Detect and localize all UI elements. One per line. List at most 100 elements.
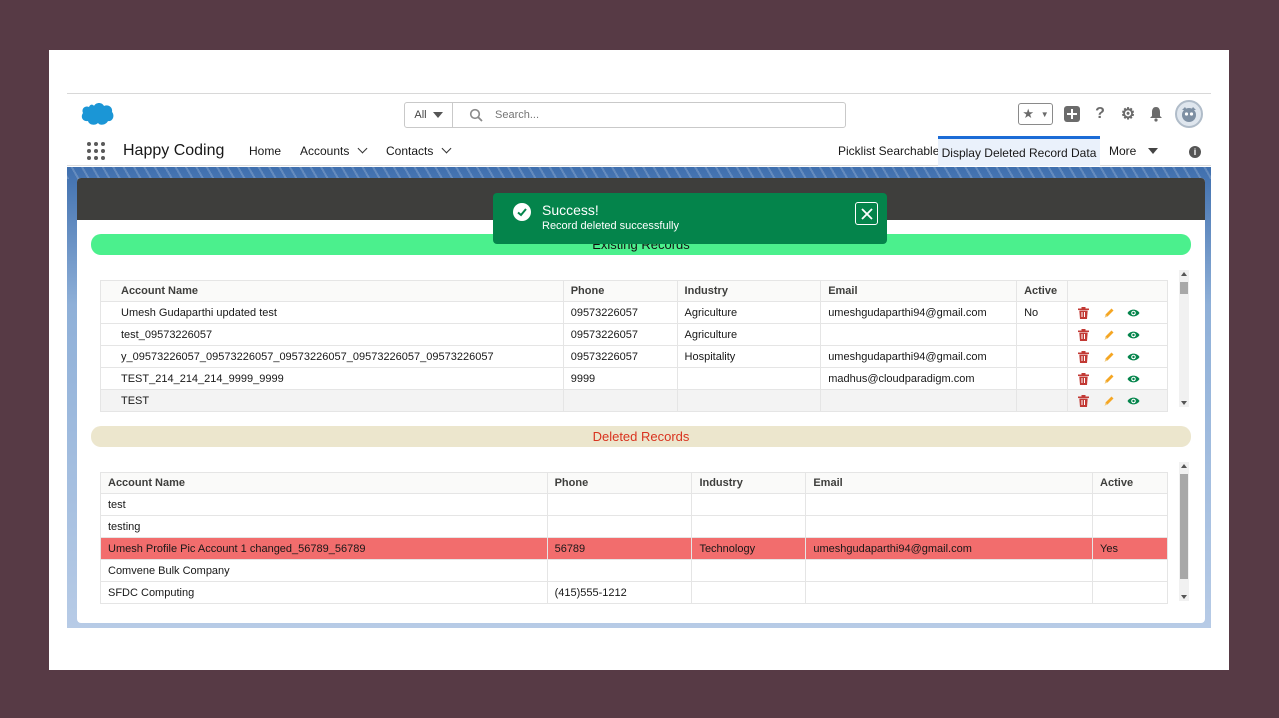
table-cell: SFDC Computing <box>100 581 548 604</box>
table-cell <box>805 493 1094 516</box>
table-row[interactable]: Comvene Bulk Company <box>100 559 1168 582</box>
table-cell <box>691 581 807 604</box>
column-header[interactable]: Active <box>1092 472 1168 494</box>
global-actions-button[interactable] <box>1063 105 1081 123</box>
table-cell: test <box>100 493 548 516</box>
nav-item-display-deleted-record-data[interactable]: Display Deleted Record Data <box>938 136 1100 166</box>
nav-item-contacts[interactable]: Contacts <box>386 143 452 158</box>
view-icon[interactable] <box>1127 372 1140 385</box>
column-header[interactable]: Email <box>820 280 1018 302</box>
nav-item-more[interactable]: More <box>1109 144 1159 158</box>
column-header[interactable]: Account Name <box>100 472 548 494</box>
table-cell: Agriculture <box>676 323 822 346</box>
chevron-down-icon <box>432 112 443 118</box>
deleted-scrollbar[interactable] <box>1179 462 1189 601</box>
table-cell: Yes <box>1092 537 1168 560</box>
plus-icon <box>1064 106 1080 122</box>
records-card: Display of Existing Records & Deleted Re… <box>77 178 1205 623</box>
app-navigation: Happy Coding Home Accounts Contacts Pick… <box>67 136 1211 166</box>
nav-item-picklist-searchable[interactable]: Picklist Searchable <box>838 144 939 158</box>
edit-icon[interactable] <box>1102 394 1115 407</box>
table-row[interactable]: y_09573226057_09573226057_09573226057_09… <box>100 345 1168 368</box>
header-utilities: ★ ▼ ? ⚙ <box>1018 100 1203 128</box>
delete-icon[interactable] <box>1077 394 1090 407</box>
existing-records-table: Account Name Phone Industry Email Active… <box>100 280 1168 412</box>
actions-header <box>1067 280 1168 302</box>
search-scope-label: All <box>414 109 427 121</box>
nav-item-label: Home <box>249 144 282 158</box>
nav-item-accounts[interactable]: Accounts <box>300 143 368 158</box>
view-icon[interactable] <box>1127 328 1140 341</box>
view-icon[interactable] <box>1127 394 1140 407</box>
table-cell: umeshgudaparthi94@gmail.com <box>820 301 1018 324</box>
table-row[interactable]: TEST <box>100 389 1168 412</box>
deleted-records-banner: Deleted Records <box>91 426 1191 447</box>
table-cell: umeshgudaparthi94@gmail.com <box>805 537 1094 560</box>
table-cell: umeshgudaparthi94@gmail.com <box>820 345 1018 368</box>
table-cell <box>1016 389 1069 412</box>
global-search: All <box>404 102 846 128</box>
chevron-down-icon[interactable] <box>441 143 452 154</box>
delete-icon[interactable] <box>1077 350 1090 363</box>
table-cell <box>1092 581 1168 604</box>
column-header[interactable]: Phone <box>546 472 693 494</box>
table-cell: 09573226057 <box>562 301 678 324</box>
table-cell: Umesh Profile Pic Account 1 changed_5678… <box>100 537 548 560</box>
search-scope-select[interactable]: All <box>405 103 453 127</box>
table-cell <box>546 493 693 516</box>
edit-icon[interactable] <box>1102 350 1115 363</box>
table-row[interactable]: SFDC Computing (415)555-1212 <box>100 581 1168 604</box>
table-cell: y_09573226057_09573226057_09573226057_09… <box>100 345 564 368</box>
table-cell: TEST <box>100 389 564 412</box>
column-header[interactable]: Industry <box>676 280 822 302</box>
waffle-icon[interactable] <box>87 142 105 160</box>
help-icon[interactable]: ? <box>1091 105 1109 123</box>
table-cell <box>676 367 822 390</box>
nav-item-home[interactable]: Home <box>249 144 281 158</box>
table-row[interactable]: Umesh Gudaparthi updated test 09573226057… <box>100 301 1168 324</box>
table-row[interactable]: TEST_214_214_214_9999_9999 9999 madhus@clo… <box>100 367 1168 390</box>
edit-icon[interactable] <box>1102 306 1115 319</box>
favorites-button[interactable]: ★ ▼ <box>1018 103 1053 125</box>
nav-item-label: Accounts <box>300 144 350 158</box>
info-icon[interactable]: i <box>1189 146 1201 158</box>
column-header[interactable]: Industry <box>691 472 807 494</box>
table-cell: Technology <box>691 537 807 560</box>
table-row[interactable]: test_09573226057 09573226057 Agriculture <box>100 323 1168 346</box>
table-cell: Umesh Gudaparthi updated test <box>100 301 564 324</box>
global-header: All ★ ▼ ? ⚙ <box>67 94 1211 136</box>
chevron-down-icon: ▼ <box>1040 109 1049 119</box>
table-cell <box>691 493 807 516</box>
deleted-records-table: Account Name Phone Industry Email Active… <box>100 472 1168 604</box>
table-cell <box>805 515 1094 538</box>
delete-icon[interactable] <box>1077 372 1090 385</box>
existing-scrollbar[interactable] <box>1179 270 1189 407</box>
column-header[interactable]: Phone <box>562 280 678 302</box>
table-row[interactable]: Umesh Profile Pic Account 1 changed_5678… <box>100 537 1168 560</box>
edit-icon[interactable] <box>1102 372 1115 385</box>
chevron-down-icon[interactable] <box>357 143 368 154</box>
nav-item-label: Contacts <box>386 144 434 158</box>
salesforce-logo[interactable] <box>80 102 114 126</box>
table-cell: 09573226057 <box>562 323 678 346</box>
app-frame: All ★ ▼ ? ⚙ <box>49 50 1229 670</box>
table-row[interactable]: test <box>100 493 1168 516</box>
view-icon[interactable] <box>1127 306 1140 319</box>
view-icon[interactable] <box>1127 350 1140 363</box>
search-input[interactable] <box>495 109 795 121</box>
table-cell <box>562 389 678 412</box>
delete-icon[interactable] <box>1077 306 1090 319</box>
bell-icon[interactable] <box>1147 105 1165 123</box>
gear-icon[interactable]: ⚙ <box>1119 105 1137 123</box>
toast-title: Success! <box>542 202 599 218</box>
column-header[interactable]: Account Name <box>100 280 564 302</box>
column-header[interactable]: Active <box>1016 280 1069 302</box>
column-header[interactable]: Email <box>805 472 1094 494</box>
table-cell <box>691 515 807 538</box>
table-cell: madhus@cloudparadigm.com <box>820 367 1018 390</box>
avatar[interactable] <box>1175 100 1203 128</box>
table-row[interactable]: testing <box>100 515 1168 538</box>
close-icon[interactable] <box>855 202 878 225</box>
delete-icon[interactable] <box>1077 328 1090 341</box>
edit-icon[interactable] <box>1102 328 1115 341</box>
